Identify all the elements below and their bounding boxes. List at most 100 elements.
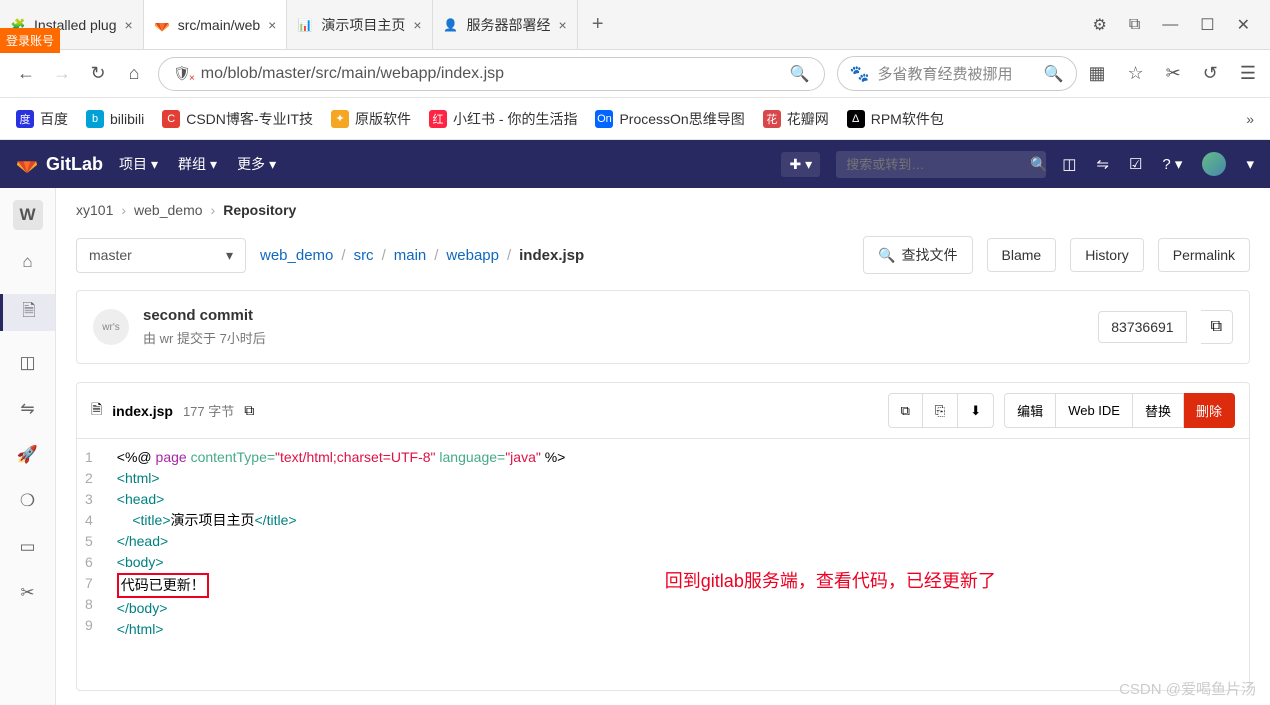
search-icon[interactable]: 🔍	[790, 64, 810, 84]
bookmark-item[interactable]: bbilibili	[86, 110, 144, 128]
menu-groups[interactable]: 群组 ▾	[178, 154, 217, 174]
download-button[interactable]: ⬇	[958, 393, 994, 428]
bookmark-item[interactable]: ΔRPM软件包	[847, 109, 944, 129]
user-avatar[interactable]	[1202, 152, 1226, 176]
tab-title: 服务器部署经	[467, 15, 551, 35]
url-box[interactable]: 🛡 🔍	[158, 57, 825, 91]
highlighted-line: 代码已更新！	[117, 573, 209, 598]
forward-button[interactable]: →	[50, 63, 74, 84]
login-badge[interactable]: 登录账号	[0, 28, 60, 53]
branch-selector[interactable]: master▾	[76, 238, 246, 273]
gitlab-icon	[154, 17, 170, 33]
side-repo-icon[interactable]: 🗎	[0, 294, 55, 331]
side-home-icon[interactable]: ⌂	[0, 248, 55, 276]
home-button[interactable]: ⌂	[122, 63, 146, 84]
permalink-button[interactable]: Permalink	[1158, 238, 1250, 272]
mr-icon[interactable]: ⇋	[1096, 155, 1109, 173]
side-ops-icon[interactable]: ❍	[0, 487, 55, 515]
ext-icon[interactable]: ⧉	[1129, 16, 1140, 34]
delete-button[interactable]: 删除	[1184, 393, 1235, 428]
new-tab-button[interactable]: +	[578, 0, 618, 49]
help-icon[interactable]: ? ▾	[1162, 155, 1182, 173]
window-maximize[interactable]: ☐	[1200, 15, 1214, 35]
gitlab-search[interactable]: 🔍	[836, 151, 1046, 178]
url-input[interactable]	[201, 65, 780, 83]
project-badge[interactable]: W	[13, 200, 43, 230]
search-icon[interactable]: 🔍	[1030, 156, 1047, 173]
settings-icon[interactable]: ⚙	[1092, 15, 1106, 35]
copy-sha-button[interactable]: ⧉	[1201, 310, 1233, 344]
menu-icon[interactable]: ☰	[1240, 63, 1256, 84]
side-issues-icon[interactable]: ◫	[0, 349, 55, 377]
close-icon[interactable]: ×	[413, 17, 421, 33]
history-icon[interactable]: ↺	[1203, 63, 1218, 84]
close-icon[interactable]: ×	[559, 17, 567, 33]
chevron-down-icon: ▾	[151, 156, 158, 173]
issues-icon[interactable]: ◫	[1062, 155, 1076, 173]
watermark: CSDN @爱喝鱼片汤	[1119, 678, 1256, 699]
bookmark-item[interactable]: 花花瓣网	[763, 109, 829, 129]
crumb-project[interactable]: web_demo	[134, 202, 203, 218]
reload-button[interactable]: ↻	[86, 63, 110, 84]
menu-more[interactable]: 更多 ▾	[237, 154, 276, 174]
path-seg[interactable]: src	[354, 247, 374, 264]
file-size: 177 字节	[183, 401, 234, 420]
back-button[interactable]: ←	[14, 63, 38, 84]
crumb-repo[interactable]: Repository	[223, 202, 296, 218]
side-ci-icon[interactable]: 🚀	[0, 441, 55, 469]
path-seg[interactable]: main	[394, 247, 427, 264]
commit-title[interactable]: second commit	[143, 307, 1084, 324]
replace-button[interactable]: 替换	[1133, 393, 1184, 428]
paw-icon: 🐾	[850, 64, 870, 84]
webide-button[interactable]: Web IDE	[1056, 393, 1133, 428]
apps-icon[interactable]: ▦	[1089, 63, 1106, 84]
bookmark-item[interactable]: 度百度	[16, 109, 68, 129]
search-icon[interactable]: 🔍	[1044, 64, 1064, 84]
bookmark-item[interactable]: CCSDN博客-专业IT技	[162, 109, 313, 129]
star-icon[interactable]: ☆	[1128, 63, 1144, 84]
window-close[interactable]: ✕	[1237, 15, 1250, 35]
commit-box: wr's second commit 由 wr 提交于 7小时后 8373669…	[76, 290, 1250, 364]
bookmark-item[interactable]: OnProcessOn思维导图	[595, 109, 744, 129]
commit-avatar: wr's	[93, 309, 129, 345]
tab-1[interactable]: src/main/web ×	[144, 0, 288, 49]
find-file-button[interactable]: 🔍 查找文件	[863, 236, 972, 274]
path-seg[interactable]: webapp	[446, 247, 499, 264]
address-bar: ← → ↻ ⌂ 🛡 🔍 🐾 多省教育经费被挪用 🔍 ▦ ☆ ✂ ↺ ☰	[0, 50, 1270, 98]
chevron-down-icon: ▾	[210, 156, 217, 173]
blame-button[interactable]: Blame	[987, 238, 1057, 272]
close-icon[interactable]: ×	[125, 17, 133, 33]
copy-content-button[interactable]: ⧉	[888, 393, 923, 428]
bookmarks-more[interactable]: »	[1246, 111, 1254, 127]
path-seg-current: index.jsp	[519, 247, 584, 264]
edit-button[interactable]: 编辑	[1004, 393, 1056, 428]
bookmark-item[interactable]: ✦原版软件	[331, 109, 411, 129]
search-input[interactable]	[846, 157, 1022, 172]
window-minimize[interactable]: —	[1162, 16, 1178, 34]
close-icon[interactable]: ×	[268, 17, 276, 33]
chevron-down-icon: ▾	[805, 156, 812, 173]
todo-icon[interactable]: ☑	[1129, 155, 1142, 173]
shield-icon[interactable]: 🛡	[173, 65, 191, 82]
file-icon: 🗎	[91, 399, 102, 423]
annotation-text: 回到gitlab服务端，查看代码，已经更新了	[665, 571, 996, 592]
new-button[interactable]: ✚ ▾	[781, 152, 820, 177]
side-snippets-icon[interactable]: ✂	[0, 579, 55, 607]
page-icon: 👤	[443, 17, 459, 33]
secondary-search[interactable]: 🐾 多省教育经费被挪用 🔍	[837, 56, 1077, 91]
side-wiki-icon[interactable]: ▭	[0, 533, 55, 561]
menu-projects[interactable]: 项目 ▾	[119, 154, 158, 174]
crumb-group[interactable]: xy101	[76, 202, 113, 218]
gitlab-logo[interactable]: GitLab	[16, 153, 103, 175]
raw-button[interactable]: ⎘	[923, 393, 958, 428]
history-button[interactable]: History	[1070, 238, 1144, 272]
code-lines: <%@ page contentType="text/html;charset=…	[105, 439, 578, 690]
chevron-down-icon[interactable]: ▾	[1246, 155, 1254, 173]
copy-path-button[interactable]: ⧉	[244, 402, 254, 419]
side-mr-icon[interactable]: ⇋	[0, 395, 55, 423]
path-seg[interactable]: web_demo	[260, 247, 333, 264]
tab-3[interactable]: 👤 服务器部署经 ×	[433, 0, 578, 49]
tab-2[interactable]: 📊 演示项目主页 ×	[287, 0, 432, 49]
bookmark-item[interactable]: 红小红书 - 你的生活指	[429, 109, 577, 129]
scissors-icon[interactable]: ✂	[1166, 63, 1181, 84]
